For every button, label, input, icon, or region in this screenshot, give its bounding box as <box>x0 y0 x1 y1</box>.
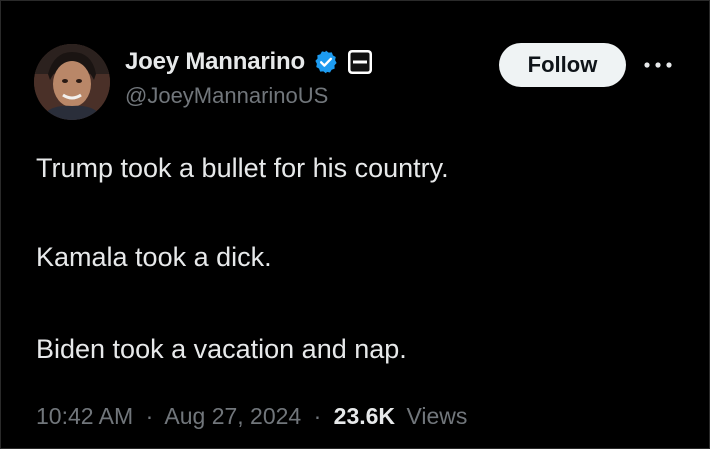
tweet-text-line-3: Biden took a vacation and nap. <box>36 334 407 364</box>
meta-separator-2: · <box>313 403 322 429</box>
tweet-card: Joey Mannarino @JoeyMannarinoUS Follow T… <box>0 0 710 449</box>
author-handle[interactable]: @JoeyMannarinoUS <box>125 83 328 109</box>
tweet-text-line-2: Kamala took a dick. <box>36 242 272 272</box>
tweet-time[interactable]: 10:42 AM <box>36 403 133 429</box>
author-name-row: Joey Mannarino <box>125 46 373 78</box>
profile-photo <box>34 44 110 120</box>
display-name[interactable]: Joey Mannarino <box>125 48 305 76</box>
views-label: Views <box>406 403 468 429</box>
verified-badge-icon <box>313 49 339 75</box>
tweet-text-line-1: Trump took a bullet for his country. <box>36 153 449 183</box>
affiliation-badge-icon <box>347 49 373 75</box>
tweet-date[interactable]: Aug 27, 2024 <box>164 403 301 429</box>
avatar[interactable] <box>34 44 110 120</box>
more-dots-icon[interactable] <box>641 53 675 77</box>
tweet-meta: 10:42 AM · Aug 27, 2024 · 23.6K Views <box>36 403 467 430</box>
meta-separator: · <box>145 403 154 429</box>
views-count: 23.6K <box>333 403 396 429</box>
follow-button[interactable]: Follow <box>499 43 626 87</box>
